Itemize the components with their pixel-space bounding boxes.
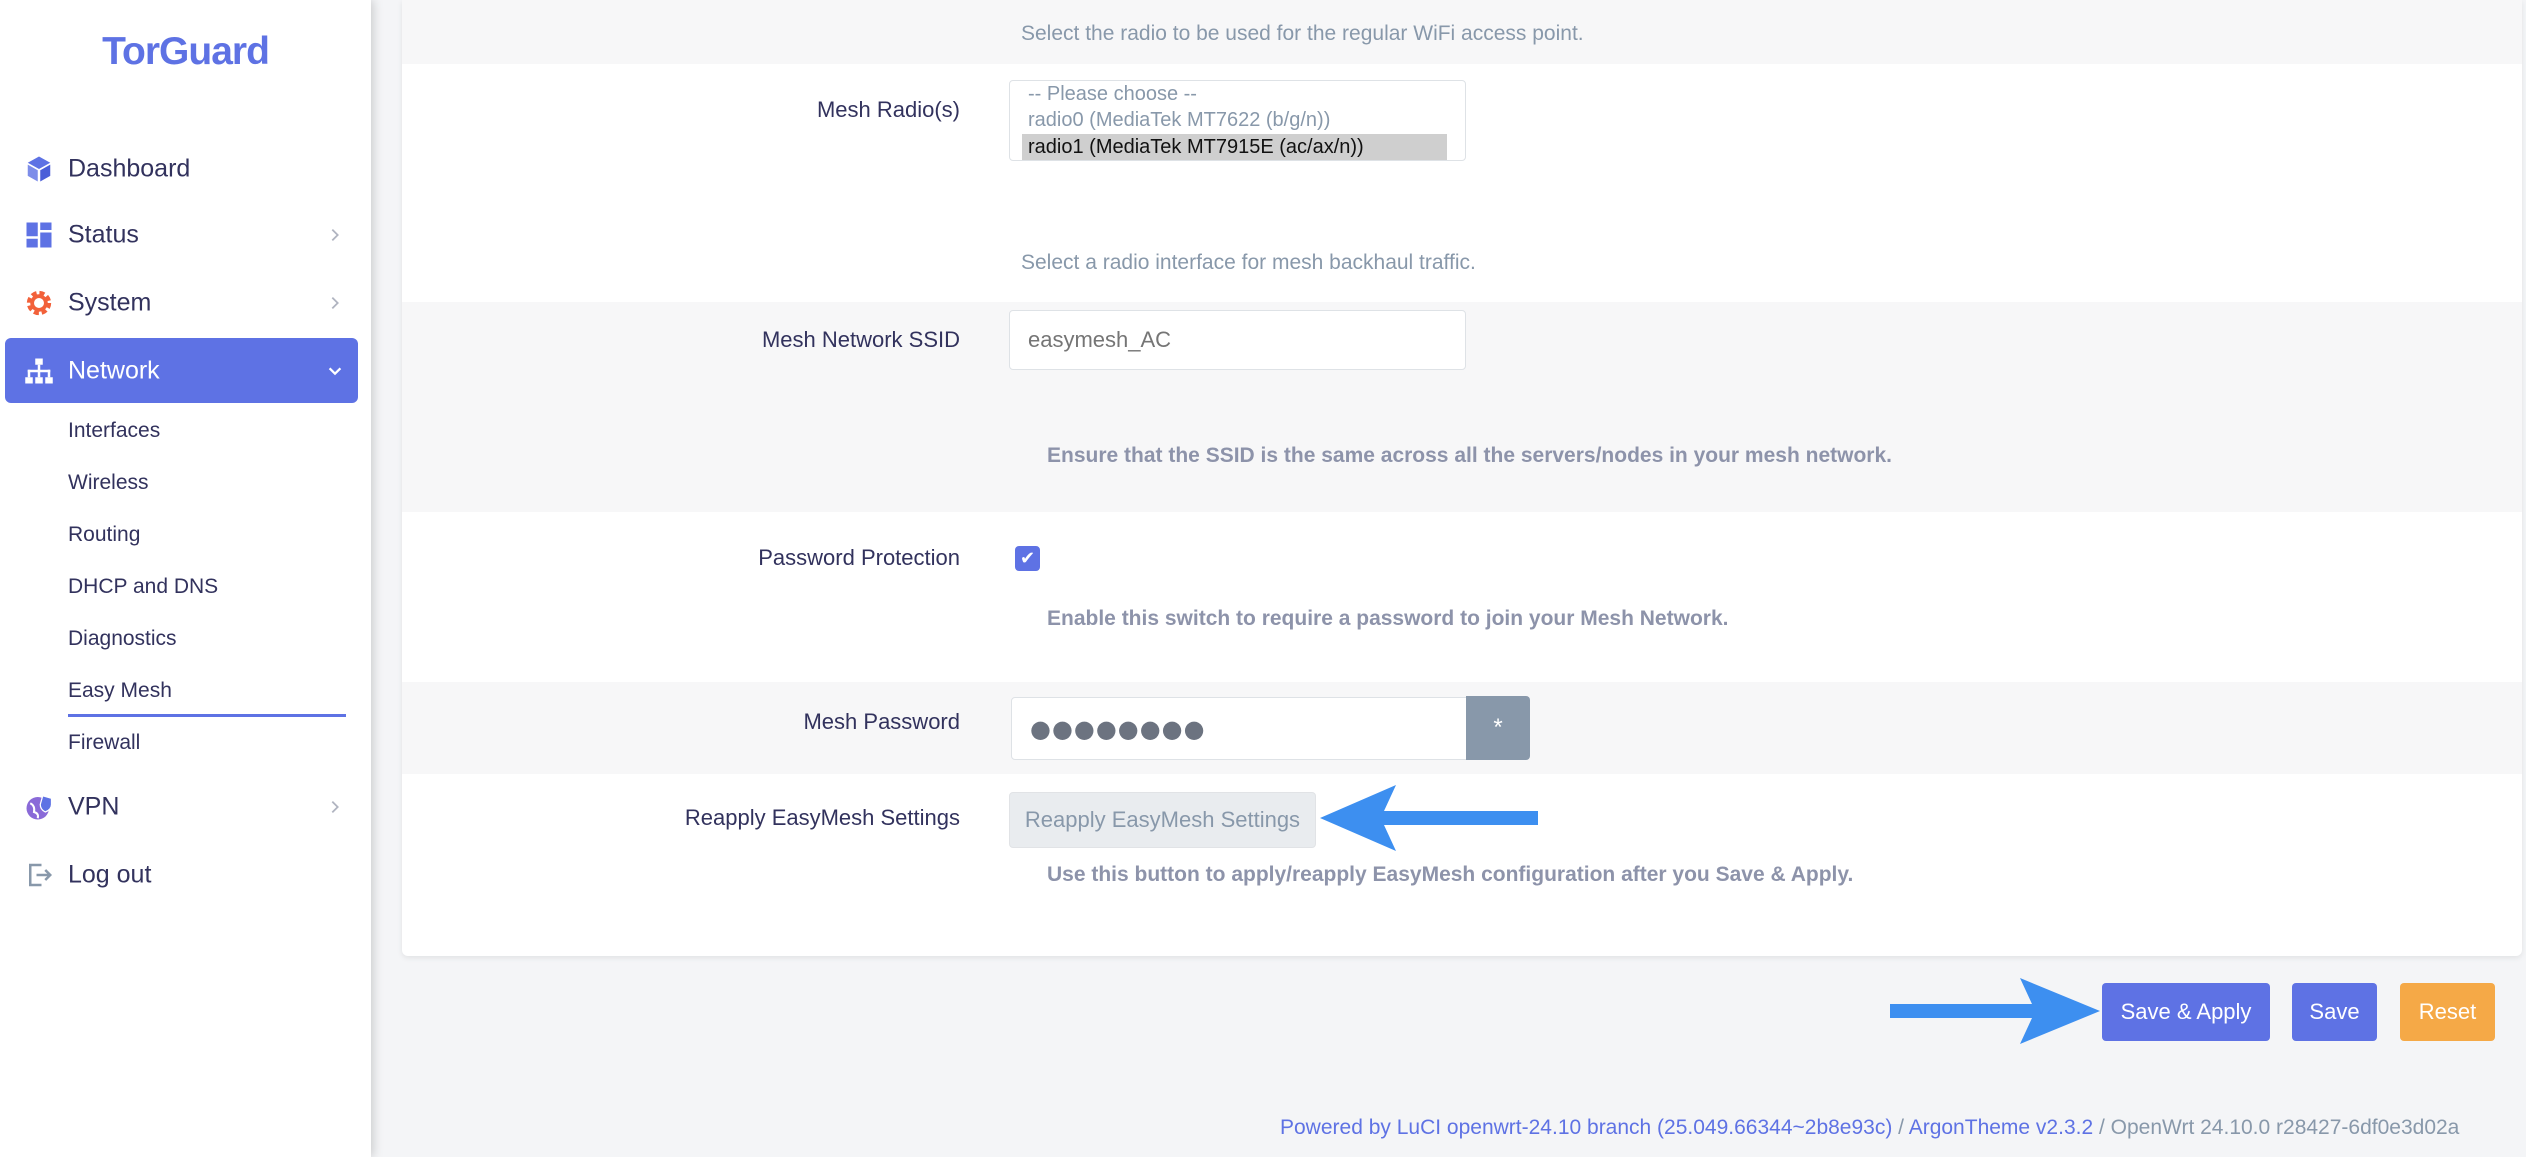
footer-separator: / bbox=[2093, 1116, 2111, 1139]
logout-icon bbox=[29, 863, 53, 886]
password-protection-row bbox=[402, 512, 2522, 682]
save-button[interactable]: Save bbox=[2292, 983, 2377, 1041]
save-apply-button[interactable]: Save & Apply bbox=[2102, 983, 2270, 1041]
password-reveal-button[interactable]: * bbox=[1466, 696, 1530, 760]
sidebar-subitem-firewall[interactable]: Firewall bbox=[68, 731, 140, 755]
mesh-ssid-label: Mesh Network SSID bbox=[761, 327, 960, 352]
mesh-radio-help: Select a radio interface for mesh backha… bbox=[1021, 251, 1476, 274]
footer: Powered by LuCI openwrt-24.10 branch (25… bbox=[1280, 1116, 2459, 1140]
sidebar-subitem-interfaces[interactable]: Interfaces bbox=[68, 419, 160, 443]
torguard-logo[interactable]: TorGuard bbox=[0, 30, 371, 74]
password-protection-checkbox[interactable]: ✔ bbox=[1015, 546, 1040, 571]
mesh-radio-select[interactable]: -- Please choose -- radio0 (MediaTek MT7… bbox=[1009, 80, 1466, 161]
sidebar-subitem-routing[interactable]: Routing bbox=[68, 523, 140, 547]
radio-option[interactable]: -- Please choose -- bbox=[1010, 81, 1197, 108]
annotation-arrow-save-apply bbox=[1890, 978, 2100, 1044]
reapply-label: Reapply EasyMesh Settings bbox=[684, 805, 960, 830]
reset-button[interactable]: Reset bbox=[2400, 983, 2495, 1041]
footer-separator: / bbox=[1892, 1116, 1909, 1139]
argon-theme-link[interactable]: ArgonTheme v2.3.2 bbox=[1909, 1116, 2093, 1139]
chevron-down-icon bbox=[328, 367, 342, 375]
grid-icon bbox=[26, 222, 52, 247]
sidebar-item-status[interactable]: Status bbox=[5, 202, 358, 267]
cube-icon bbox=[27, 156, 51, 181]
sidebar-item-network[interactable]: Network bbox=[5, 338, 358, 403]
annotation-arrow-reapply bbox=[1320, 785, 1538, 851]
sidebar-item-label: Log out bbox=[68, 860, 152, 888]
sidebar-item-label: Status bbox=[68, 220, 139, 248]
sidebar: TorGuard Dashboard Status System Network… bbox=[0, 0, 371, 1157]
mesh-ssid-help: Ensure that the SSID is the same across … bbox=[1047, 444, 1892, 467]
sidebar-item-label: Dashboard bbox=[68, 154, 191, 182]
sidebar-subitem-diagnostics[interactable]: Diagnostics bbox=[68, 627, 177, 651]
password-protection-label: Password Protection bbox=[758, 545, 960, 570]
password-protection-help: Enable this switch to require a password… bbox=[1047, 607, 1729, 630]
sidebar-subitem-wireless[interactable]: Wireless bbox=[68, 471, 149, 495]
active-subitem-underline bbox=[68, 714, 346, 717]
reapply-easymesh-button[interactable]: Reapply EasyMesh Settings bbox=[1009, 792, 1316, 848]
sidebar-item-vpn[interactable]: VPN bbox=[5, 774, 358, 839]
radio-option[interactable]: radio0 (MediaTek MT7622 (b/g/n)) bbox=[1010, 107, 1330, 134]
mesh-ssid-input[interactable] bbox=[1009, 310, 1466, 370]
sidebar-item-label: VPN bbox=[68, 792, 120, 820]
chevron-right-icon bbox=[331, 228, 339, 241]
mesh-password-label: Mesh Password bbox=[803, 709, 960, 734]
sidebar-item-system[interactable]: System bbox=[5, 270, 358, 335]
wifi-radio-help: Select the radio to be used for the regu… bbox=[1021, 22, 1584, 45]
sidebar-item-label: System bbox=[68, 288, 152, 316]
mesh-radio-label: Mesh Radio(s) bbox=[816, 97, 960, 122]
chevron-right-icon bbox=[331, 296, 339, 309]
reapply-help: Use this button to apply/reapply EasyMes… bbox=[1047, 863, 1854, 886]
shield-globe-icon bbox=[26, 794, 53, 819]
mesh-password-input[interactable] bbox=[1011, 697, 1468, 760]
radio-option-selected[interactable]: radio1 (MediaTek MT7915E (ac/ax/n)) bbox=[1022, 134, 1447, 160]
network-icon bbox=[25, 358, 53, 383]
chevron-right-icon bbox=[331, 800, 339, 813]
gear-icon bbox=[26, 290, 52, 315]
sidebar-item-dashboard[interactable]: Dashboard bbox=[5, 136, 358, 201]
luci-link[interactable]: Powered by LuCI openwrt-24.10 branch (25… bbox=[1280, 1116, 1892, 1139]
sidebar-subitem-easy-mesh[interactable]: Easy Mesh bbox=[68, 679, 172, 703]
sidebar-item-label: Network bbox=[68, 356, 160, 384]
sidebar-item-logout[interactable]: Log out bbox=[5, 842, 358, 907]
openwrt-build: OpenWrt 24.10.0 r28427-6df0e3d02a bbox=[2110, 1116, 2460, 1139]
sidebar-subitem-dhcp-dns[interactable]: DHCP and DNS bbox=[68, 575, 218, 599]
